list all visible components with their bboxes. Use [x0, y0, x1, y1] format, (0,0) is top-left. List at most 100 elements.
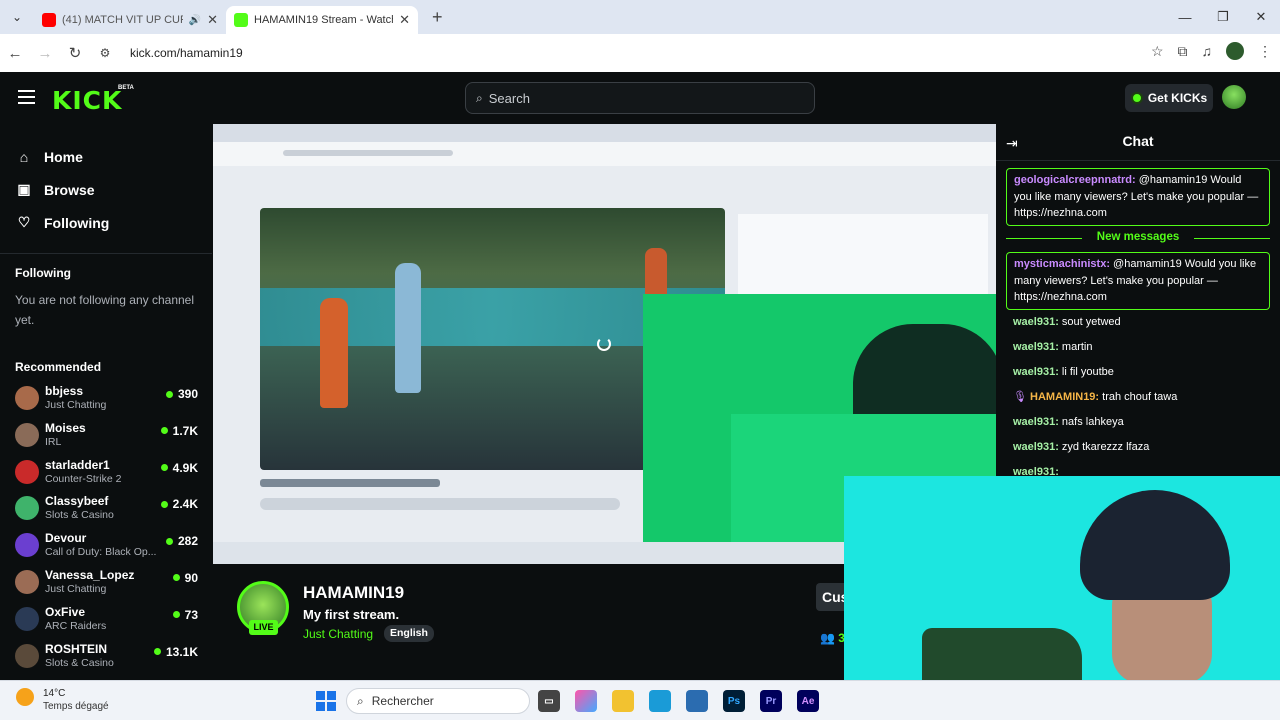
- back-arrow-icon[interactable]: ←: [0, 45, 30, 62]
- chat-message: wael931: li fil youtbe: [1013, 364, 1271, 381]
- channel-name[interactable]: HAMAMIN19: [303, 583, 404, 603]
- viewer-count-value: 73: [184, 607, 198, 622]
- store-icon[interactable]: [686, 690, 708, 712]
- sidebar-item-following[interactable]: ♡ Following: [0, 206, 212, 239]
- stream-url-blur: [283, 150, 453, 156]
- chat-username[interactable]: wael931:: [1013, 466, 1059, 476]
- hamburger-menu-icon[interactable]: [18, 90, 35, 104]
- recommended-channel[interactable]: bbjess Just Chatting 390: [0, 380, 212, 417]
- windows-start-icon[interactable]: [316, 691, 336, 711]
- site-info-icon[interactable]: ⚙: [90, 46, 120, 60]
- live-dot-icon: [153, 648, 161, 656]
- viewer-count: 90: [172, 571, 198, 585]
- sidebar-item-home[interactable]: ⌂ Home: [0, 140, 212, 173]
- minimize-icon[interactable]: —: [1166, 0, 1204, 34]
- temperature[interactable]: 14°C: [43, 688, 65, 699]
- divider-line: [1194, 238, 1270, 239]
- chat-username[interactable]: geologicalcreepnnatrd:: [1014, 174, 1136, 186]
- kick-favicon-icon: [234, 13, 248, 27]
- tab-title: HAMAMIN19 Stream - Watch Live: [254, 14, 393, 26]
- viewer-count-value: 4.9K: [172, 460, 198, 475]
- stream-buttons-blur: [260, 498, 620, 510]
- close-tab-icon[interactable]: ✕: [399, 12, 410, 28]
- collapse-chat-icon[interactable]: ⇥: [1006, 135, 1018, 152]
- browse-icon: ▣: [17, 181, 31, 197]
- viewer-count: 1.7K: [160, 424, 198, 438]
- recommended-channel[interactable]: ROSHTEIN Slots & Casino 13.1K: [0, 638, 212, 675]
- language-tag[interactable]: English: [384, 625, 434, 642]
- search-input[interactable]: ⌕ Search: [465, 82, 815, 114]
- heart-icon: ♡: [17, 214, 31, 230]
- recommended-channel[interactable]: starladder1 Counter-Strike 2 4.9K: [0, 454, 212, 491]
- speaker-icon[interactable]: 🔊: [189, 15, 201, 26]
- home-icon: ⌂: [19, 148, 29, 165]
- extensions-icon[interactable]: ⧉: [1178, 43, 1188, 60]
- recommended-channel[interactable]: Classybeef Slots & Casino 2.4K: [0, 490, 212, 527]
- search-icon: ⌕: [357, 693, 364, 708]
- window-close-icon[interactable]: ✕: [1242, 0, 1280, 34]
- stream-sidebar-blur: [738, 214, 988, 294]
- taskbar-search-placeholder: Rechercher: [371, 694, 434, 708]
- recommended-channel[interactable]: Moises IRL 1.7K: [0, 417, 212, 454]
- chat-message: mysticmachinistx: @hamamin19 Would you l…: [1006, 252, 1270, 310]
- chat-username[interactable]: mysticmachinistx:: [1014, 258, 1110, 270]
- live-dot-icon: [172, 611, 180, 619]
- viewer-count-value: 13.1K: [165, 644, 198, 659]
- broadcaster-mic-icon: 🎙: [1013, 391, 1031, 403]
- user-avatar[interactable]: [1222, 85, 1246, 109]
- after-effects-icon[interactable]: Ae: [797, 690, 819, 712]
- viewer-count: 390: [165, 387, 198, 401]
- photoshop-icon[interactable]: Ps: [723, 690, 745, 712]
- close-tab-icon[interactable]: ✕: [207, 12, 218, 28]
- get-kicks-button[interactable]: Get KICKs: [1125, 84, 1213, 112]
- chat-title: Chat: [1122, 133, 1154, 149]
- tab-search-chevron-icon[interactable]: ⌄: [0, 0, 34, 34]
- chat-username[interactable]: wael931:: [1013, 441, 1059, 453]
- browser-menu-icon[interactable]: ⋮: [1258, 43, 1272, 60]
- chat-username[interactable]: wael931:: [1013, 316, 1059, 328]
- weather-sun-icon[interactable]: [16, 688, 34, 706]
- kicks-coin-icon: [1130, 92, 1143, 104]
- following-empty-text: You are not following any channel yet.: [15, 293, 195, 327]
- taskbar-search-input[interactable]: ⌕ Rechercher: [346, 688, 530, 714]
- profile-avatar-icon[interactable]: [1226, 42, 1244, 60]
- chat-text: zyd tkarezzz lfaza: [1058, 441, 1150, 453]
- kick-logo[interactable]: KICK: [52, 86, 122, 115]
- weather-description[interactable]: Temps dégagé: [43, 701, 109, 712]
- viewer-count: 282: [165, 534, 198, 548]
- task-view-icon[interactable]: ▭: [538, 690, 560, 712]
- forward-arrow-icon[interactable]: →: [30, 45, 60, 62]
- premiere-icon[interactable]: Pr: [760, 690, 782, 712]
- media-control-icon[interactable]: ♫: [1202, 43, 1213, 59]
- chat-username[interactable]: HAMAMIN19:: [1030, 391, 1099, 403]
- browser-tab-strip: ⌄ (41) MATCH VIT UP CUP 🔊 ✕ HAMAMIN19 St…: [0, 0, 1280, 34]
- following-heading: Following: [15, 266, 71, 280]
- browser-tab-youtube[interactable]: (41) MATCH VIT UP CUP 🔊 ✕: [34, 6, 226, 34]
- live-dot-icon: [165, 390, 173, 398]
- recommended-channel[interactable]: Devour Call of Duty: Black Op... 282: [0, 527, 212, 564]
- file-explorer-icon[interactable]: [612, 690, 634, 712]
- chat-text: martin: [1058, 341, 1093, 353]
- browser-tab-kick[interactable]: HAMAMIN19 Stream - Watch Live ✕: [226, 6, 418, 34]
- tab-title: (41) MATCH VIT UP CUP: [62, 14, 183, 26]
- copilot-icon[interactable]: [575, 690, 597, 712]
- chat-username[interactable]: wael931:: [1013, 416, 1059, 428]
- url-field[interactable]: kick.com/hamamin19: [130, 46, 243, 60]
- sidebar-item-label: Home: [44, 148, 83, 165]
- chat-message: wael931: nafs lahkeya: [1013, 414, 1271, 431]
- new-messages-divider[interactable]: New messages: [1006, 231, 1270, 245]
- reload-icon[interactable]: ↻: [60, 44, 90, 62]
- sidebar-item-browse[interactable]: ▣ Browse: [0, 173, 212, 206]
- recommended-channel[interactable]: OxFive ARC Raiders 73: [0, 601, 212, 638]
- bookmark-star-icon[interactable]: ☆: [1151, 43, 1164, 60]
- new-tab-plus-icon[interactable]: +: [432, 7, 443, 28]
- chat-username[interactable]: wael931:: [1013, 341, 1059, 353]
- recommended-channel[interactable]: Vanessa_Lopez Just Chatting 90: [0, 564, 212, 601]
- maximize-icon[interactable]: ❐: [1204, 0, 1242, 34]
- windows-taskbar: 14°C Temps dégagé ⌕ Rechercher ▭ Ps Pr A…: [0, 680, 1280, 720]
- edge-browser-icon[interactable]: [649, 690, 671, 712]
- viewer-count: 13.1K: [153, 644, 198, 659]
- chat-message: wael931: martin: [1013, 339, 1271, 356]
- stream-category-link[interactable]: Just Chatting: [303, 627, 373, 641]
- chat-username[interactable]: wael931:: [1013, 366, 1059, 378]
